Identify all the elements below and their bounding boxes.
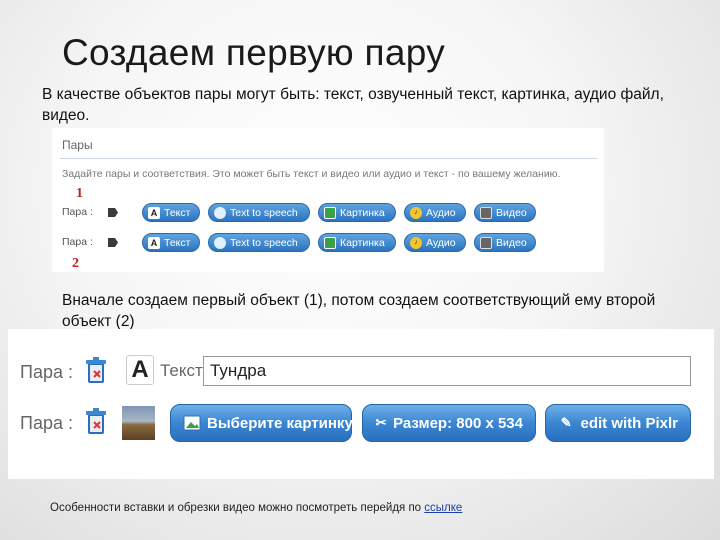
- pairs-heading: Пары: [62, 138, 93, 152]
- audio-button-label: Аудио: [426, 236, 456, 249]
- audio-icon: ♪: [410, 206, 422, 219]
- pairs-panel-small: Пары Задайте пары и соответствия. Это мо…: [52, 128, 604, 272]
- text-to-speech-button[interactable]: Text to speech: [208, 203, 310, 222]
- slide-title: Создаем первую пару: [62, 32, 446, 73]
- note-text: Вначале создаем первый объект (1), потом…: [62, 292, 656, 330]
- pair-label: Пара :: [62, 236, 93, 248]
- video-button-label: Видео: [496, 236, 527, 249]
- image-button[interactable]: Картинка: [318, 203, 396, 222]
- audio-button[interactable]: ♪ Аудио: [404, 233, 466, 252]
- video-button[interactable]: Видео: [474, 233, 536, 252]
- arrow-tag-icon: [108, 238, 118, 247]
- image-button[interactable]: Картинка: [318, 233, 396, 252]
- arrow-tag-icon: [108, 208, 118, 217]
- image-size-label: Размер: 800 x 534: [393, 414, 523, 432]
- choose-image-label: Выберите картинку: [207, 414, 353, 432]
- image-size-button[interactable]: ✂ Размер: 800 x 534: [362, 404, 536, 442]
- video-icon: [480, 206, 492, 219]
- picture-icon: [324, 236, 336, 249]
- picture-icon: [183, 415, 201, 431]
- pixlr-icon: ✎: [560, 415, 572, 430]
- crop-icon: ✂: [375, 415, 387, 430]
- pair-row-1: Пара : A Текст Text to speech Картинка ♪…: [62, 202, 602, 224]
- video-icon: [480, 236, 492, 249]
- picture-icon: [324, 206, 336, 219]
- footer-text: Особенности вставки и обрезки видео можн…: [50, 502, 422, 514]
- pair-label: Пара :: [20, 413, 73, 433]
- divider: [60, 158, 598, 159]
- choose-image-button[interactable]: Выберите картинку: [170, 404, 353, 442]
- text-to-speech-button[interactable]: Text to speech: [208, 233, 310, 252]
- audio-button[interactable]: ♪ Аудио: [404, 203, 466, 222]
- pair-label: Пара :: [62, 206, 93, 218]
- pairs-description: Задайте пары и соответствия. Это может б…: [62, 168, 561, 180]
- edit-with-pixlr-button[interactable]: ✎ edit with Pixlr: [545, 404, 691, 442]
- audio-button-label: Аудио: [426, 206, 456, 219]
- text-input[interactable]: [203, 356, 691, 386]
- text-button-label: Текст: [164, 236, 191, 249]
- speech-bubble-icon: [214, 206, 226, 219]
- letter-a-icon: A: [126, 355, 154, 385]
- marker-2: 2: [72, 256, 79, 271]
- text-field-label: Текст:: [160, 361, 208, 380]
- tts-button-label: Text to speech: [230, 236, 298, 249]
- text-button[interactable]: A Текст: [142, 233, 200, 252]
- video-button[interactable]: Видео: [474, 203, 536, 222]
- pixlr-label: edit with Pixlr: [580, 414, 678, 432]
- image-button-label: Картинка: [340, 236, 385, 249]
- pair-row-2: Пара : A Текст Text to speech Картинка ♪…: [62, 232, 602, 254]
- text-button[interactable]: A Текст: [142, 203, 200, 222]
- speech-bubble-icon: [214, 236, 226, 249]
- audio-icon: ♪: [410, 236, 422, 249]
- pair-row-text: Пара : A Текст:: [8, 351, 714, 395]
- image-button-label: Картинка: [340, 206, 385, 219]
- pair-label: Пара :: [20, 362, 73, 382]
- trash-icon[interactable]: [85, 357, 107, 385]
- marker-1: 1: [76, 186, 83, 201]
- pair-row-image: Пара : Выберите картинку ✂ Размер: 800 x…: [8, 402, 714, 446]
- text-button-label: Текст: [164, 206, 191, 219]
- pairs-panel-large: Пара : A Текст: Пара : Выберите картинку: [8, 329, 714, 479]
- intro-text: В качестве объектов пары могут быть: тек…: [42, 86, 664, 124]
- video-button-label: Видео: [496, 206, 527, 219]
- letter-a-icon: A: [148, 236, 160, 249]
- letter-a-icon: A: [148, 206, 160, 219]
- tts-button-label: Text to speech: [230, 206, 298, 219]
- footer-link[interactable]: ссылке: [424, 502, 462, 514]
- footer-note: Особенности вставки и обрезки видео можн…: [50, 502, 462, 514]
- trash-icon[interactable]: [85, 408, 107, 436]
- image-thumbnail: [122, 406, 155, 440]
